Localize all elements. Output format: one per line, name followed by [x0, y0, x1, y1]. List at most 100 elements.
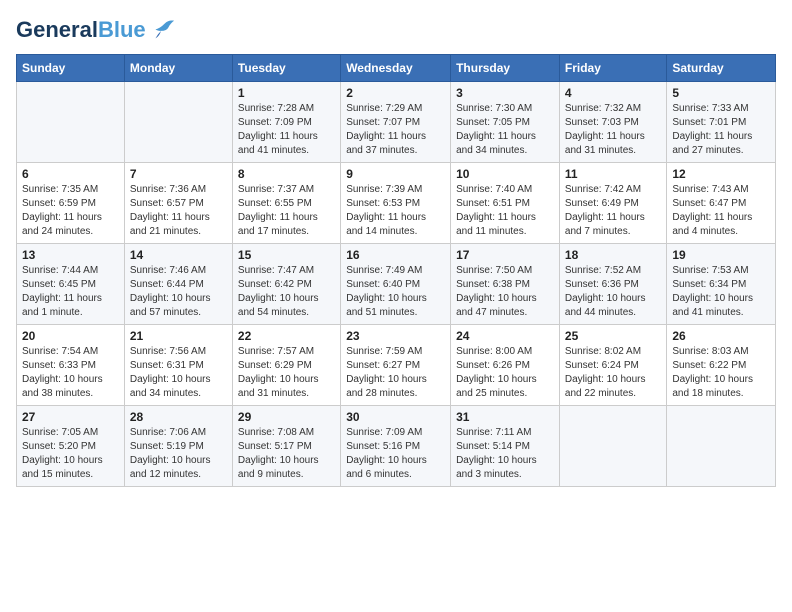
day-number: 8	[238, 167, 335, 181]
day-info: Sunrise: 7:06 AMSunset: 5:19 PMDaylight:…	[130, 426, 227, 482]
day-cell: 14 Sunrise: 7:46 AMSunset: 6:44 PMDaylig…	[124, 244, 232, 325]
week-row-4: 20 Sunrise: 7:54 AMSunset: 6:33 PMDaylig…	[17, 325, 776, 406]
day-number: 24	[456, 329, 554, 343]
weekday-header-friday: Friday	[559, 55, 666, 82]
day-info: Sunrise: 7:11 AMSunset: 5:14 PMDaylight:…	[456, 426, 554, 482]
day-info: Sunrise: 7:49 AMSunset: 6:40 PMDaylight:…	[346, 264, 445, 320]
day-cell: 24 Sunrise: 8:00 AMSunset: 6:26 PMDaylig…	[451, 325, 560, 406]
weekday-header-saturday: Saturday	[667, 55, 776, 82]
day-number: 20	[22, 329, 119, 343]
day-number: 15	[238, 248, 335, 262]
calendar-body: 1 Sunrise: 7:28 AMSunset: 7:09 PMDayligh…	[17, 82, 776, 487]
day-cell: 30 Sunrise: 7:09 AMSunset: 5:16 PMDaylig…	[341, 406, 451, 487]
week-row-1: 1 Sunrise: 7:28 AMSunset: 7:09 PMDayligh…	[17, 82, 776, 163]
weekday-header-sunday: Sunday	[17, 55, 125, 82]
day-cell: 20 Sunrise: 7:54 AMSunset: 6:33 PMDaylig…	[17, 325, 125, 406]
day-info: Sunrise: 7:59 AMSunset: 6:27 PMDaylight:…	[346, 345, 445, 401]
logo-text: GeneralBlue	[16, 18, 146, 42]
day-cell: 19 Sunrise: 7:53 AMSunset: 6:34 PMDaylig…	[667, 244, 776, 325]
logo: GeneralBlue	[16, 16, 176, 44]
day-cell: 18 Sunrise: 7:52 AMSunset: 6:36 PMDaylig…	[559, 244, 666, 325]
week-row-5: 27 Sunrise: 7:05 AMSunset: 5:20 PMDaylig…	[17, 406, 776, 487]
day-info: Sunrise: 8:02 AMSunset: 6:24 PMDaylight:…	[565, 345, 661, 401]
day-info: Sunrise: 8:00 AMSunset: 6:26 PMDaylight:…	[456, 345, 554, 401]
day-info: Sunrise: 7:40 AMSunset: 6:51 PMDaylight:…	[456, 183, 554, 239]
week-row-3: 13 Sunrise: 7:44 AMSunset: 6:45 PMDaylig…	[17, 244, 776, 325]
day-cell	[124, 82, 232, 163]
day-info: Sunrise: 7:57 AMSunset: 6:29 PMDaylight:…	[238, 345, 335, 401]
calendar-table: SundayMondayTuesdayWednesdayThursdayFrid…	[16, 54, 776, 487]
day-cell: 22 Sunrise: 7:57 AMSunset: 6:29 PMDaylig…	[232, 325, 340, 406]
day-number: 11	[565, 167, 661, 181]
day-cell: 15 Sunrise: 7:47 AMSunset: 6:42 PMDaylig…	[232, 244, 340, 325]
day-cell: 2 Sunrise: 7:29 AMSunset: 7:07 PMDayligh…	[341, 82, 451, 163]
day-cell: 1 Sunrise: 7:28 AMSunset: 7:09 PMDayligh…	[232, 82, 340, 163]
day-number: 4	[565, 86, 661, 100]
day-cell: 29 Sunrise: 7:08 AMSunset: 5:17 PMDaylig…	[232, 406, 340, 487]
day-number: 9	[346, 167, 445, 181]
day-number: 5	[672, 86, 770, 100]
day-number: 3	[456, 86, 554, 100]
day-number: 28	[130, 410, 227, 424]
day-cell: 25 Sunrise: 8:02 AMSunset: 6:24 PMDaylig…	[559, 325, 666, 406]
day-cell: 7 Sunrise: 7:36 AMSunset: 6:57 PMDayligh…	[124, 163, 232, 244]
day-number: 25	[565, 329, 661, 343]
weekday-header-thursday: Thursday	[451, 55, 560, 82]
day-info: Sunrise: 7:39 AMSunset: 6:53 PMDaylight:…	[346, 183, 445, 239]
day-number: 27	[22, 410, 119, 424]
day-cell: 9 Sunrise: 7:39 AMSunset: 6:53 PMDayligh…	[341, 163, 451, 244]
week-row-2: 6 Sunrise: 7:35 AMSunset: 6:59 PMDayligh…	[17, 163, 776, 244]
day-number: 31	[456, 410, 554, 424]
day-number: 22	[238, 329, 335, 343]
day-number: 2	[346, 86, 445, 100]
day-number: 29	[238, 410, 335, 424]
day-number: 14	[130, 248, 227, 262]
day-info: Sunrise: 8:03 AMSunset: 6:22 PMDaylight:…	[672, 345, 770, 401]
day-info: Sunrise: 7:54 AMSunset: 6:33 PMDaylight:…	[22, 345, 119, 401]
day-info: Sunrise: 7:56 AMSunset: 6:31 PMDaylight:…	[130, 345, 227, 401]
day-info: Sunrise: 7:50 AMSunset: 6:38 PMDaylight:…	[456, 264, 554, 320]
day-number: 7	[130, 167, 227, 181]
day-number: 12	[672, 167, 770, 181]
day-info: Sunrise: 7:32 AMSunset: 7:03 PMDaylight:…	[565, 102, 661, 158]
page-header: GeneralBlue	[16, 16, 776, 44]
day-cell: 3 Sunrise: 7:30 AMSunset: 7:05 PMDayligh…	[451, 82, 560, 163]
day-info: Sunrise: 7:35 AMSunset: 6:59 PMDaylight:…	[22, 183, 119, 239]
weekday-header-monday: Monday	[124, 55, 232, 82]
day-info: Sunrise: 7:47 AMSunset: 6:42 PMDaylight:…	[238, 264, 335, 320]
day-cell: 10 Sunrise: 7:40 AMSunset: 6:51 PMDaylig…	[451, 163, 560, 244]
day-info: Sunrise: 7:09 AMSunset: 5:16 PMDaylight:…	[346, 426, 445, 482]
weekday-header-wednesday: Wednesday	[341, 55, 451, 82]
day-cell: 23 Sunrise: 7:59 AMSunset: 6:27 PMDaylig…	[341, 325, 451, 406]
day-number: 21	[130, 329, 227, 343]
day-info: Sunrise: 7:29 AMSunset: 7:07 PMDaylight:…	[346, 102, 445, 158]
day-number: 30	[346, 410, 445, 424]
day-number: 26	[672, 329, 770, 343]
day-info: Sunrise: 7:42 AMSunset: 6:49 PMDaylight:…	[565, 183, 661, 239]
logo-bird-icon	[148, 16, 176, 44]
calendar-header: SundayMondayTuesdayWednesdayThursdayFrid…	[17, 55, 776, 82]
day-cell: 21 Sunrise: 7:56 AMSunset: 6:31 PMDaylig…	[124, 325, 232, 406]
day-cell: 28 Sunrise: 7:06 AMSunset: 5:19 PMDaylig…	[124, 406, 232, 487]
day-number: 17	[456, 248, 554, 262]
day-cell: 31 Sunrise: 7:11 AMSunset: 5:14 PMDaylig…	[451, 406, 560, 487]
day-cell: 13 Sunrise: 7:44 AMSunset: 6:45 PMDaylig…	[17, 244, 125, 325]
day-info: Sunrise: 7:05 AMSunset: 5:20 PMDaylight:…	[22, 426, 119, 482]
day-cell: 26 Sunrise: 8:03 AMSunset: 6:22 PMDaylig…	[667, 325, 776, 406]
day-info: Sunrise: 7:53 AMSunset: 6:34 PMDaylight:…	[672, 264, 770, 320]
day-cell: 11 Sunrise: 7:42 AMSunset: 6:49 PMDaylig…	[559, 163, 666, 244]
day-info: Sunrise: 7:52 AMSunset: 6:36 PMDaylight:…	[565, 264, 661, 320]
day-info: Sunrise: 7:08 AMSunset: 5:17 PMDaylight:…	[238, 426, 335, 482]
day-cell: 8 Sunrise: 7:37 AMSunset: 6:55 PMDayligh…	[232, 163, 340, 244]
day-info: Sunrise: 7:46 AMSunset: 6:44 PMDaylight:…	[130, 264, 227, 320]
day-cell	[17, 82, 125, 163]
day-cell: 4 Sunrise: 7:32 AMSunset: 7:03 PMDayligh…	[559, 82, 666, 163]
day-info: Sunrise: 7:36 AMSunset: 6:57 PMDaylight:…	[130, 183, 227, 239]
day-info: Sunrise: 7:37 AMSunset: 6:55 PMDaylight:…	[238, 183, 335, 239]
day-info: Sunrise: 7:44 AMSunset: 6:45 PMDaylight:…	[22, 264, 119, 320]
day-number: 13	[22, 248, 119, 262]
day-info: Sunrise: 7:33 AMSunset: 7:01 PMDaylight:…	[672, 102, 770, 158]
day-info: Sunrise: 7:43 AMSunset: 6:47 PMDaylight:…	[672, 183, 770, 239]
day-number: 6	[22, 167, 119, 181]
day-cell: 5 Sunrise: 7:33 AMSunset: 7:01 PMDayligh…	[667, 82, 776, 163]
